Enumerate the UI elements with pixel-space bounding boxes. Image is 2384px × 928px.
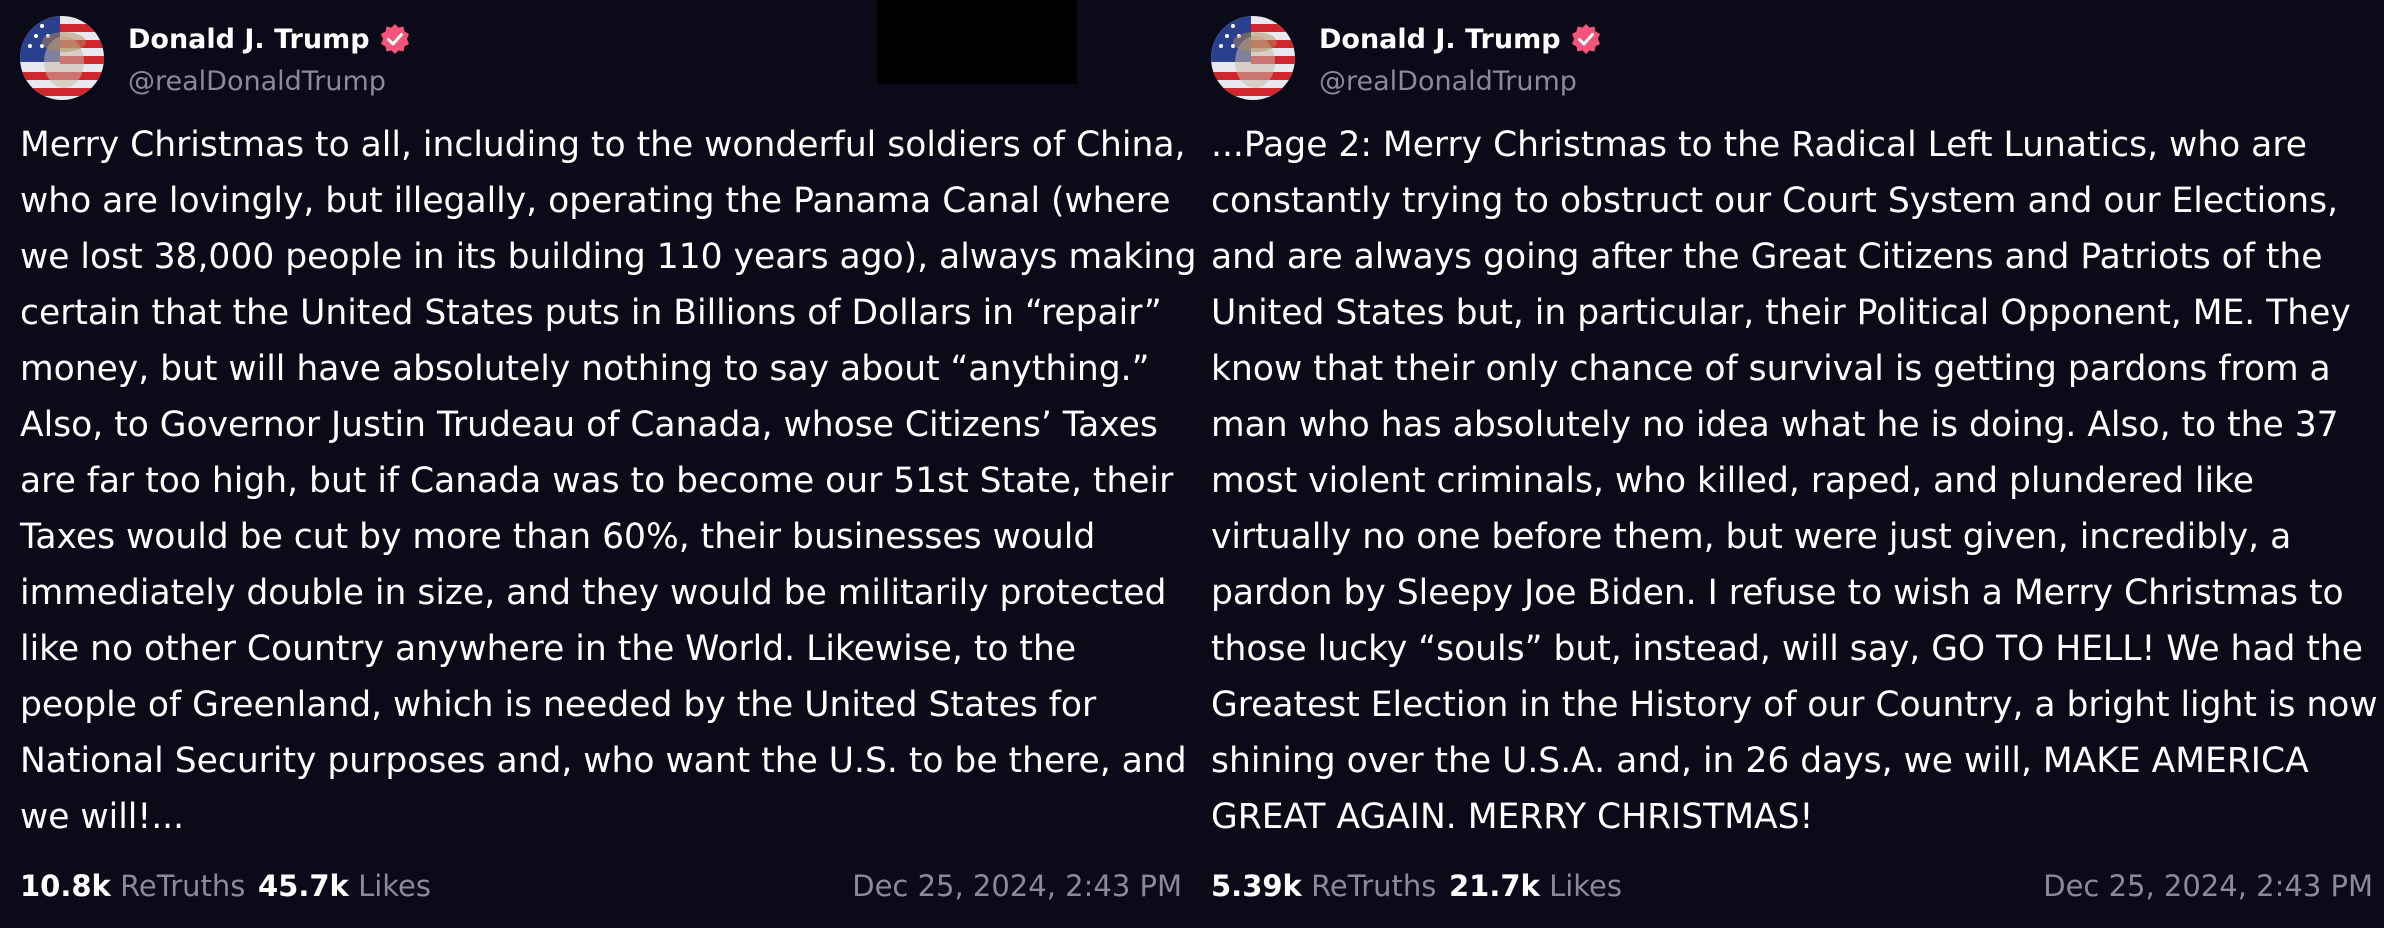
- post-line: Merry Christmas to all, including to the…: [20, 125, 1186, 165]
- post-line: ...Page 2: Merry Christmas to the Radica…: [1211, 125, 2307, 165]
- author-name-row: Donald J. Trump: [1319, 21, 1603, 57]
- retruths-stat[interactable]: 10.8k ReTruths: [20, 866, 245, 906]
- retruths-stat[interactable]: 5.39k ReTruths: [1211, 866, 1436, 906]
- avatar-flag-portrait-icon[interactable]: [20, 16, 104, 100]
- likes-count: 21.7k: [1449, 869, 1540, 903]
- post-1: Donald J. Trump @realDonaldTrump Merry C…: [20, 0, 1197, 928]
- post-line: immediately double in size, and they wou…: [20, 573, 1167, 613]
- retruths-label: ReTruths: [120, 869, 246, 903]
- verified-badge-icon: [380, 24, 409, 54]
- likes-label: Likes: [358, 869, 431, 903]
- avatar-flag-portrait-icon[interactable]: [1211, 16, 1295, 100]
- post-line: know that their only chance of survival …: [1211, 349, 2331, 389]
- likes-stat[interactable]: 21.7k Likes: [1449, 866, 1622, 906]
- post-line: those lucky “souls” but, instead, will s…: [1211, 629, 2364, 669]
- post-line: Taxes would be cut by more than 60%, the…: [20, 517, 1096, 557]
- author-display-name[interactable]: Donald J. Trump: [1319, 24, 1561, 55]
- post-line: are far too high, but if Canada was to b…: [20, 461, 1174, 501]
- post-timestamp[interactable]: Dec 25, 2024, 2:43 PM: [852, 866, 1182, 906]
- post-line: we will!...: [20, 797, 185, 837]
- post-line: certain that the United States puts in B…: [20, 293, 1162, 333]
- post-line: like no other Country anywhere in the Wo…: [20, 629, 1077, 669]
- verified-badge-icon: [1571, 24, 1600, 54]
- post-line: we lost 38,000 people in its building 11…: [20, 237, 1197, 277]
- post-line: Also, to Governor Justin Trudeau of Cana…: [20, 405, 1158, 445]
- post-line: people of Greenland, which is needed by …: [20, 685, 1097, 725]
- likes-label: Likes: [1549, 869, 1622, 903]
- post-line: who are lovingly, but illegally, operati…: [20, 181, 1171, 221]
- post-line: GREAT AGAIN. MERRY CHRISTMAS!: [1211, 797, 1814, 837]
- retruths-count: 5.39k: [1211, 869, 1302, 903]
- author-display-name[interactable]: Donald J. Trump: [128, 24, 370, 55]
- post-line: pardon by Sleepy Joe Biden. I refuse to …: [1211, 573, 2344, 613]
- post-line: most violent criminals, who killed, rape…: [1211, 461, 2255, 501]
- likes-stat[interactable]: 45.7k Likes: [258, 866, 431, 906]
- author-handle[interactable]: @realDonaldTrump: [128, 66, 386, 97]
- post-line: man who has absolutely no idea what he i…: [1211, 405, 2339, 445]
- post-line: United States but, in particular, their …: [1211, 293, 2351, 333]
- post-line: National Security purposes and, who want…: [20, 741, 1187, 781]
- post-line: money, but will have absolutely nothing …: [20, 349, 1150, 389]
- post-footer: 10.8k ReTruths 45.7k Likes Dec 25, 2024,…: [20, 866, 1182, 906]
- post-line: shining over the U.S.A. and, in 26 days,…: [1211, 741, 2309, 781]
- post-line: constantly trying to obstruct our Court …: [1211, 181, 2339, 221]
- post-line: and are always going after the Great Cit…: [1211, 237, 2323, 277]
- post-body: ...Page 2: Merry Christmas to the Radica…: [1211, 117, 2378, 845]
- post-2: Donald J. Trump @realDonaldTrump ...Page…: [1211, 0, 2378, 928]
- author-name-row: Donald J. Trump: [128, 21, 412, 57]
- post-line: Greatest Election in the History of our …: [1211, 685, 2378, 725]
- retruths-label: ReTruths: [1311, 869, 1437, 903]
- post-timestamp[interactable]: Dec 25, 2024, 2:43 PM: [2043, 866, 2373, 906]
- truth-social-screenshot: Donald J. Trump @realDonaldTrump Merry C…: [0, 0, 2384, 928]
- likes-count: 45.7k: [258, 869, 349, 903]
- post-footer: 5.39k ReTruths 21.7k Likes Dec 25, 2024,…: [1211, 866, 2373, 906]
- retruths-count: 10.8k: [20, 869, 111, 903]
- author-handle[interactable]: @realDonaldTrump: [1319, 66, 1577, 97]
- post-line: virtually no one before them, but were j…: [1211, 517, 2292, 557]
- post-body: Merry Christmas to all, including to the…: [20, 117, 1197, 845]
